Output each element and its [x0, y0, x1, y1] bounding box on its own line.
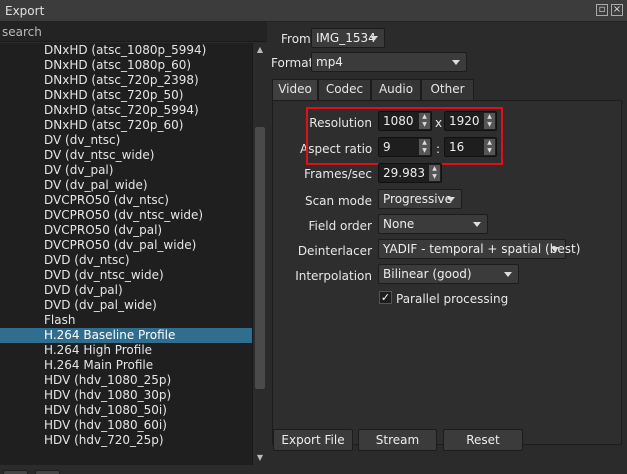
frames-per-sec-label: Frames/sec — [304, 167, 372, 181]
format-value: mp4 — [316, 55, 343, 69]
list-item[interactable]: DVD (dv_pal_wide) — [0, 298, 252, 313]
scan-mode-select[interactable]: Progressive — [378, 189, 462, 209]
chevron-down-icon — [452, 60, 460, 65]
preset-list[interactable]: DNxHD (atsc_1080p_5994) DNxHD (atsc_1080p… — [0, 43, 252, 465]
list-item[interactable]: HDV (hdv_1080_60i) — [0, 418, 252, 433]
highlight-box — [306, 107, 503, 165]
interpolation-select[interactable]: Bilinear (good) — [378, 264, 519, 284]
list-item[interactable]: HDV (hdv_1080_50i) — [0, 403, 252, 418]
frames-per-sec-input[interactable]: 29.983 ▲ ▼ — [378, 163, 442, 183]
search-box — [0, 22, 267, 42]
chevron-down-icon — [504, 272, 512, 277]
list-item[interactable]: DNxHD (atsc_720p_60) — [0, 118, 252, 133]
deinterlacer-label: Deinterlacer — [297, 244, 372, 258]
interpolation-value: Bilinear (good) — [383, 267, 472, 281]
chevron-down-icon — [551, 247, 559, 252]
title-bar: Export ▫ × — [0, 0, 627, 22]
from-value: IMG_1534 — [316, 31, 376, 45]
format-select[interactable]: mp4 — [311, 52, 467, 72]
list-item[interactable]: DV (dv_ntsc) — [0, 133, 252, 148]
list-item[interactable]: DNxHD (atsc_720p_5994) — [0, 103, 252, 118]
tab-audio[interactable]: Audio — [371, 79, 421, 100]
list-item[interactable]: DV (dv_pal_wide) — [0, 178, 252, 193]
preset-panel: DNxHD (atsc_1080p_5994)DNxHD (atsc_1080p… — [0, 22, 267, 474]
list-item[interactable]: DVD (dv_pal) — [0, 283, 252, 298]
format-label: Format — [271, 56, 314, 70]
scroll-down-icon[interactable]: ▼ — [255, 453, 265, 463]
list-item[interactable]: HDV (hdv_1080_25p) — [0, 373, 252, 388]
tab-codec[interactable]: Codec — [318, 79, 371, 100]
list-item[interactable]: DNxHD (atsc_720p_50) — [0, 88, 252, 103]
close-icon[interactable]: × — [611, 4, 623, 16]
window-title: Export — [5, 4, 45, 18]
chevron-down-icon — [447, 197, 455, 202]
list-item[interactable]: DVCPRO50 (dv_ntsc) — [0, 193, 252, 208]
tab-other[interactable]: Other — [421, 79, 474, 100]
list-item[interactable]: HDV (hdv_1080_30p) — [0, 388, 252, 403]
preset-list-scrollbar[interactable]: ▲ ▼ — [252, 43, 266, 465]
list-item[interactable]: DNxHD (atsc_1080p_60) — [0, 58, 252, 73]
list-item[interactable]: DVCPRO50 (dv_pal_wide) — [0, 238, 252, 253]
frames-per-sec-value: 29.983 — [383, 166, 425, 180]
field-order-label: Field order — [308, 219, 372, 233]
field-order-value: None — [383, 217, 415, 231]
reset-button[interactable]: Reset — [443, 429, 523, 451]
export-file-button[interactable]: Export File — [273, 429, 353, 451]
step-up-icon[interactable]: ▲ — [429, 165, 440, 173]
remove-preset-button[interactable]: − — [35, 470, 60, 474]
list-item[interactable]: DNxHD (atsc_720p_2398) — [0, 73, 252, 88]
list-item[interactable]: HDV (hdv_720_25p) — [0, 433, 252, 448]
list-item[interactable]: Flash — [0, 313, 252, 328]
list-item[interactable]: H.264 High Profile — [0, 343, 252, 358]
search-input[interactable] — [0, 22, 267, 41]
list-buttons: + − — [0, 469, 267, 474]
list-item[interactable]: H.264 Main Profile — [0, 358, 252, 373]
tab-video[interactable]: Video — [272, 79, 318, 101]
add-preset-button[interactable]: + — [3, 470, 28, 474]
scroll-up-icon[interactable]: ▲ — [255, 45, 265, 55]
list-item[interactable]: DVCPRO50 (dv_ntsc_wide) — [0, 208, 252, 223]
list-item[interactable]: H.264 Baseline Profile — [0, 328, 252, 343]
list-item[interactable]: DVCPRO50 (dv_pal) — [0, 223, 252, 238]
list-item[interactable]: DNxHD (atsc_1080p_5994) — [0, 43, 252, 58]
parallel-processing-checkbox[interactable]: ✓ — [379, 291, 392, 304]
frames-per-sec-stepper[interactable]: ▲ ▼ — [429, 165, 440, 181]
list-item[interactable]: DV (dv_pal) — [0, 163, 252, 178]
from-label: From — [281, 32, 311, 46]
field-order-select[interactable]: None — [378, 214, 488, 234]
interpolation-label: Interpolation — [295, 269, 372, 283]
parallel-processing-label: Parallel processing — [396, 292, 509, 306]
stream-button[interactable]: Stream — [358, 429, 437, 451]
list-item[interactable]: DVD (dv_ntsc) — [0, 253, 252, 268]
list-item[interactable]: DVD (dv_ntsc_wide) — [0, 268, 252, 283]
float-icon[interactable]: ▫ — [596, 4, 608, 16]
chevron-down-icon — [370, 36, 378, 41]
list-item[interactable]: DV (dv_ntsc_wide) — [0, 148, 252, 163]
scan-mode-value: Progressive — [383, 192, 453, 206]
scrollbar-thumb[interactable] — [255, 127, 265, 389]
from-select[interactable]: IMG_1534 — [311, 28, 385, 48]
chevron-down-icon — [473, 222, 481, 227]
step-down-icon[interactable]: ▼ — [429, 173, 440, 181]
scan-mode-label: Scan mode — [304, 194, 372, 208]
deinterlacer-select[interactable]: YADIF - temporal + spatial (best) — [378, 239, 580, 259]
